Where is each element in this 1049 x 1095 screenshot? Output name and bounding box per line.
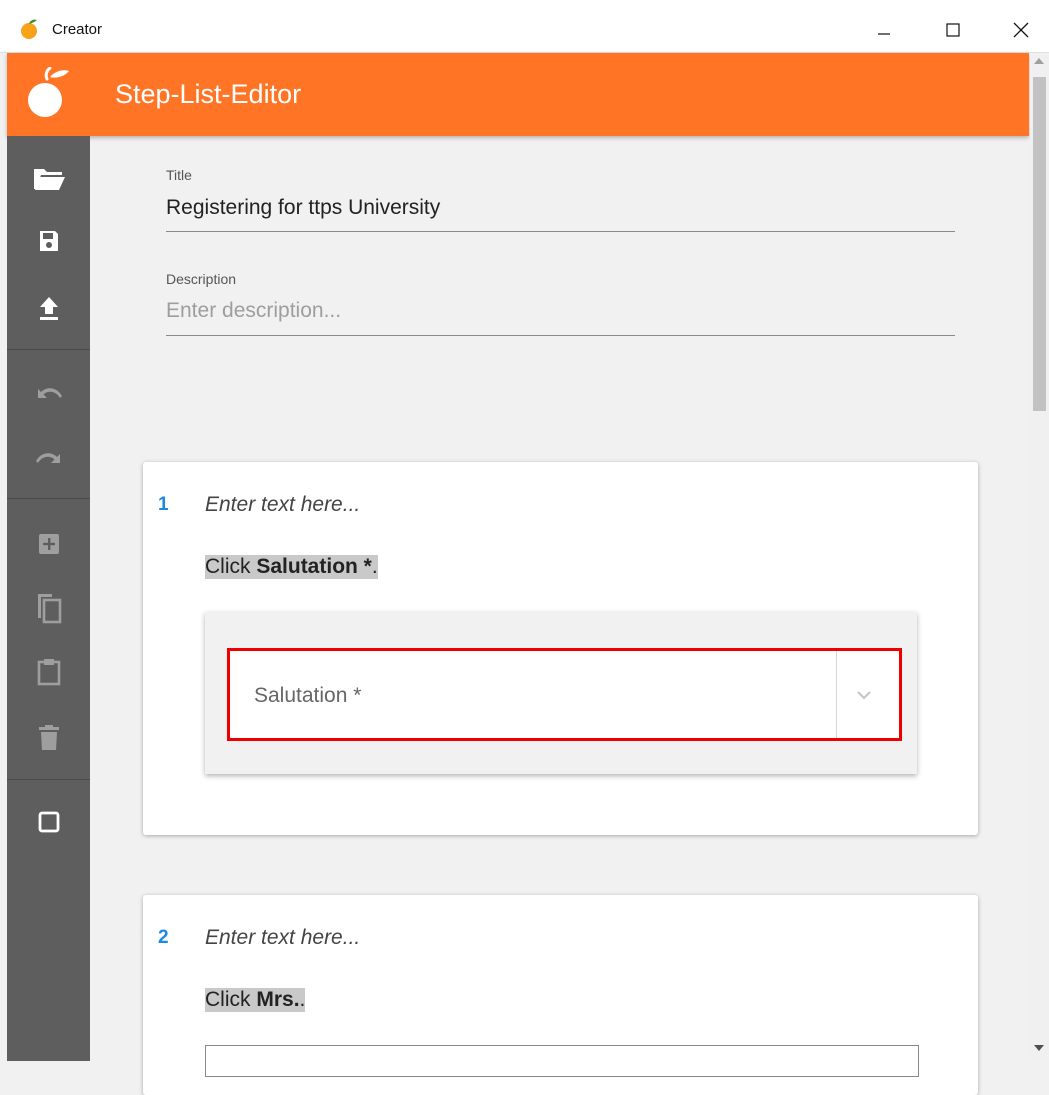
save-icon [39,231,58,251]
title-input[interactable] [166,194,954,222]
copy-button[interactable] [7,583,90,633]
step-number: 1 [158,494,169,515]
add-step-button[interactable] [7,519,90,569]
select-divider [836,651,837,738]
app-title: Step-List-Editor [115,79,302,109]
step-screenshot-preview: Salutation * [205,612,917,774]
undo-button[interactable] [7,369,90,419]
frame-button[interactable] [7,797,90,847]
vertical-scrollbar[interactable] [1030,53,1049,1061]
paste-button[interactable] [7,647,90,697]
minimize-button[interactable] [861,10,907,50]
scroll-down-arrow-icon[interactable] [1034,1045,1044,1051]
highlighted-select-field[interactable]: Salutation * [227,648,902,741]
toolbar-divider [7,498,90,499]
description-label: Description [166,271,237,287]
close-button[interactable] [998,10,1044,50]
title-underline [166,231,955,232]
redo-icon [35,453,60,463]
scroll-thumb[interactable] [1033,77,1046,411]
window-titlebar: Creator [0,0,1049,53]
app-header: Step-List-Editor [7,53,1029,136]
window-title: Creator [52,21,103,38]
sidebar-toolbar [7,136,90,1061]
upload-icon [39,297,58,320]
step-text-placeholder[interactable]: Enter text here... [205,493,360,517]
upload-button[interactable] [7,283,90,333]
step-instruction[interactable]: Click Salutation *. [205,555,378,579]
instruction-target: Mrs. [256,988,300,1011]
description-input[interactable] [166,297,954,325]
copy-icon [37,594,61,624]
delete-icon [38,725,59,750]
open-button[interactable] [7,154,90,204]
toolbar-divider [7,349,90,350]
step-screenshot-preview [205,1045,919,1077]
description-underline [166,335,955,336]
step-number: 2 [158,927,169,948]
frame-icon [38,811,59,833]
delete-button[interactable] [7,713,90,763]
orange-app-icon [21,19,37,39]
step-card[interactable]: 1 Enter text here... Click Salutation *.… [143,462,978,835]
orange-logo-icon [28,67,69,117]
toolbar-divider [7,779,90,780]
maximize-icon [946,23,960,37]
scroll-up-arrow-icon[interactable] [1034,58,1044,64]
redo-button[interactable] [7,434,90,484]
maximize-button[interactable] [930,10,976,50]
step-instruction[interactable]: Click Mrs.. [205,988,306,1012]
select-field-label: Salutation * [254,684,362,707]
add-step-icon [38,534,59,554]
save-button[interactable] [7,216,90,266]
step-text-placeholder[interactable]: Enter text here... [205,926,360,950]
step-card[interactable]: 2 Enter text here... Click Mrs.. [143,895,978,1095]
close-icon [1013,22,1029,38]
chevron-down-icon [857,691,871,700]
instruction-target: Salutation * [256,555,372,578]
paste-icon [37,659,60,686]
open-folder-icon [33,169,65,190]
title-label: Title [166,167,192,183]
undo-icon [37,388,62,398]
minimize-icon [878,33,890,35]
